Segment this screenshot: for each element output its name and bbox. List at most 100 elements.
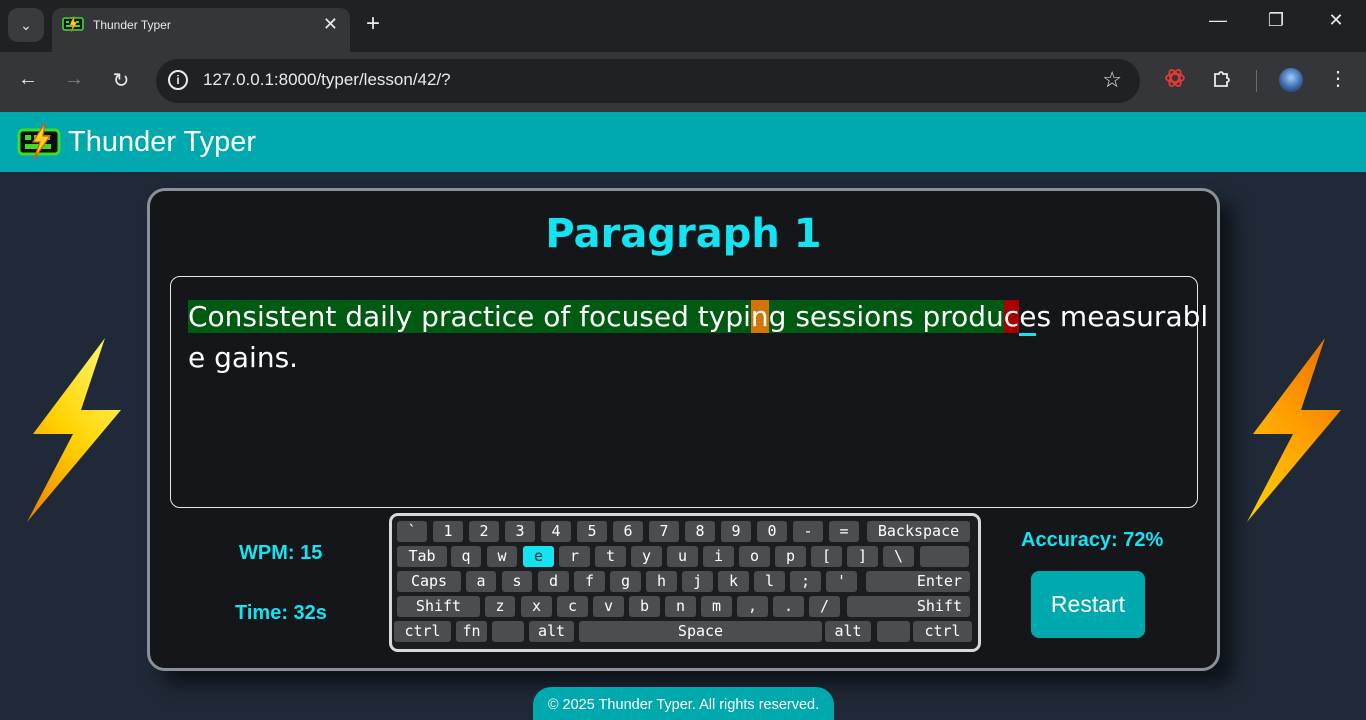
url-text[interactable]: 127.0.0.1:8000/typer/lesson/42/?	[203, 70, 451, 90]
key-3[interactable]: 3	[505, 521, 535, 542]
key-ctrl[interactable]: ctrl	[394, 621, 451, 642]
key-0[interactable]: 0	[757, 521, 787, 542]
key-1[interactable]: 1	[433, 521, 463, 542]
key-symbol[interactable]: ;	[790, 571, 821, 592]
key-s[interactable]: s	[502, 571, 532, 592]
browser-tab[interactable]: Thunder Typer ✕	[52, 8, 350, 52]
restore-icon[interactable]: ❐	[1256, 10, 1296, 31]
key-i[interactable]: i	[703, 546, 734, 567]
right-lightning-bolt-icon	[1247, 338, 1341, 522]
key-symbol[interactable]: ,	[737, 596, 768, 617]
untyped-char: s	[1036, 300, 1052, 333]
address-bar[interactable]: i 127.0.0.1:8000/typer/lesson/42/? ☆	[156, 59, 1140, 103]
key-w[interactable]: w	[487, 546, 517, 567]
browser-tab-strip: ⌄ Thunder Typer ✕ + — ❐ ✕	[0, 0, 1366, 52]
back-icon[interactable]: ←	[14, 68, 42, 91]
key-t[interactable]: t	[595, 546, 626, 567]
app-header: Thunder Typer	[0, 112, 1366, 172]
key-tab[interactable]: Tab	[397, 546, 447, 567]
toolbar-divider	[1256, 70, 1257, 92]
key-o[interactable]: o	[739, 546, 770, 567]
bookmark-star-icon[interactable]: ☆	[1102, 67, 1122, 93]
key-e[interactable]: e	[523, 546, 554, 567]
key-alt[interactable]: alt	[825, 621, 871, 642]
key-l[interactable]: l	[754, 571, 785, 592]
key-m[interactable]: m	[701, 596, 732, 617]
key-c[interactable]: c	[557, 596, 588, 617]
key-symbol[interactable]: -	[793, 521, 823, 542]
key-backspace[interactable]: Backspace	[867, 521, 970, 542]
tab-search-button[interactable]: ⌄	[8, 8, 44, 42]
key-n[interactable]: n	[665, 596, 696, 617]
close-tab-icon[interactable]: ✕	[323, 14, 338, 35]
key-p[interactable]: p	[775, 546, 806, 567]
key-symbol[interactable]: ]	[847, 546, 878, 567]
key-symbol[interactable]: =	[829, 521, 859, 542]
text-line-2: e gains.	[188, 341, 299, 374]
puzzle-extensions-icon[interactable]	[1210, 66, 1234, 90]
browser-menu-icon[interactable]: ⋮	[1328, 66, 1348, 91]
typing-text-area[interactable]: Consistent daily practice of focused typ…	[170, 276, 1208, 508]
key-symbol[interactable]: [	[811, 546, 842, 567]
reload-icon[interactable]: ↻	[107, 68, 135, 93]
typing-card: Paragraph 1 Consistent daily practice of…	[147, 188, 1220, 671]
key-u[interactable]: u	[667, 546, 698, 567]
site-info-icon[interactable]: i	[168, 70, 188, 90]
accuracy-stat: Accuracy: 72%	[1021, 529, 1164, 551]
key-blank[interactable]	[877, 621, 910, 642]
key-9[interactable]: 9	[721, 521, 751, 542]
restart-button[interactable]: Restart	[1031, 571, 1145, 638]
typed-correct-segment: g sessions produ	[768, 300, 1004, 333]
key-blank[interactable]	[920, 546, 969, 567]
key-h[interactable]: h	[646, 571, 677, 592]
key-5[interactable]: 5	[577, 521, 607, 542]
key-space[interactable]: Space	[579, 621, 822, 642]
window-close-icon[interactable]: ✕	[1316, 10, 1356, 31]
key-symbol[interactable]: \	[883, 546, 914, 567]
wpm-stat: WPM: 15	[239, 542, 323, 564]
openai-extension-icon[interactable]	[1163, 66, 1187, 90]
profile-avatar[interactable]	[1279, 68, 1303, 92]
key-2[interactable]: 2	[469, 521, 499, 542]
key-symbol[interactable]: /	[809, 596, 840, 617]
new-tab-icon[interactable]: +	[366, 10, 380, 38]
text-line-1: Consistent daily practice of focused typ…	[188, 297, 1208, 337]
paragraph-title: Paragraph 1	[545, 211, 822, 257]
key-ctrl[interactable]: ctrl	[913, 621, 972, 642]
app-title: Thunder Typer	[68, 126, 257, 158]
key-symbol[interactable]: '	[826, 571, 857, 592]
key-d[interactable]: d	[538, 571, 569, 592]
minimize-icon[interactable]: —	[1198, 10, 1238, 31]
key-shift[interactable]: Shift	[397, 596, 480, 617]
browser-toolbar: ← → ↻ i 127.0.0.1:8000/typer/lesson/42/?…	[0, 52, 1366, 112]
key-q[interactable]: q	[451, 546, 481, 567]
key-r[interactable]: r	[559, 546, 590, 567]
key-alt[interactable]: alt	[529, 621, 574, 642]
key-b[interactable]: b	[629, 596, 660, 617]
key-7[interactable]: 7	[649, 521, 679, 542]
key-x[interactable]: x	[521, 596, 552, 617]
key-z[interactable]: z	[485, 596, 515, 617]
key-8[interactable]: 8	[685, 521, 715, 542]
typed-correct-segment: Consistent daily practice of focused typ…	[188, 300, 751, 333]
key-j[interactable]: j	[682, 571, 713, 592]
key-v[interactable]: v	[593, 596, 624, 617]
key-k[interactable]: k	[718, 571, 749, 592]
key-symbol[interactable]: .	[773, 596, 804, 617]
key-a[interactable]: a	[466, 571, 496, 592]
key-g[interactable]: g	[610, 571, 641, 592]
forward-icon[interactable]: →	[60, 68, 88, 91]
key-shift[interactable]: Shift	[847, 596, 970, 617]
untyped-segment: measurabl	[1051, 300, 1209, 333]
key-enter[interactable]: Enter	[866, 571, 970, 592]
key-blank[interactable]	[492, 621, 524, 642]
key-y[interactable]: y	[631, 546, 662, 567]
key-4[interactable]: 4	[541, 521, 571, 542]
key-f[interactable]: f	[574, 571, 605, 592]
key-symbol[interactable]: `	[397, 521, 427, 542]
chevron-down-icon: ⌄	[20, 16, 32, 33]
key-caps[interactable]: Caps	[397, 571, 461, 592]
key-fn[interactable]: fn	[456, 621, 487, 642]
key-6[interactable]: 6	[613, 521, 643, 542]
typed-wrong-char: c	[1003, 300, 1020, 333]
